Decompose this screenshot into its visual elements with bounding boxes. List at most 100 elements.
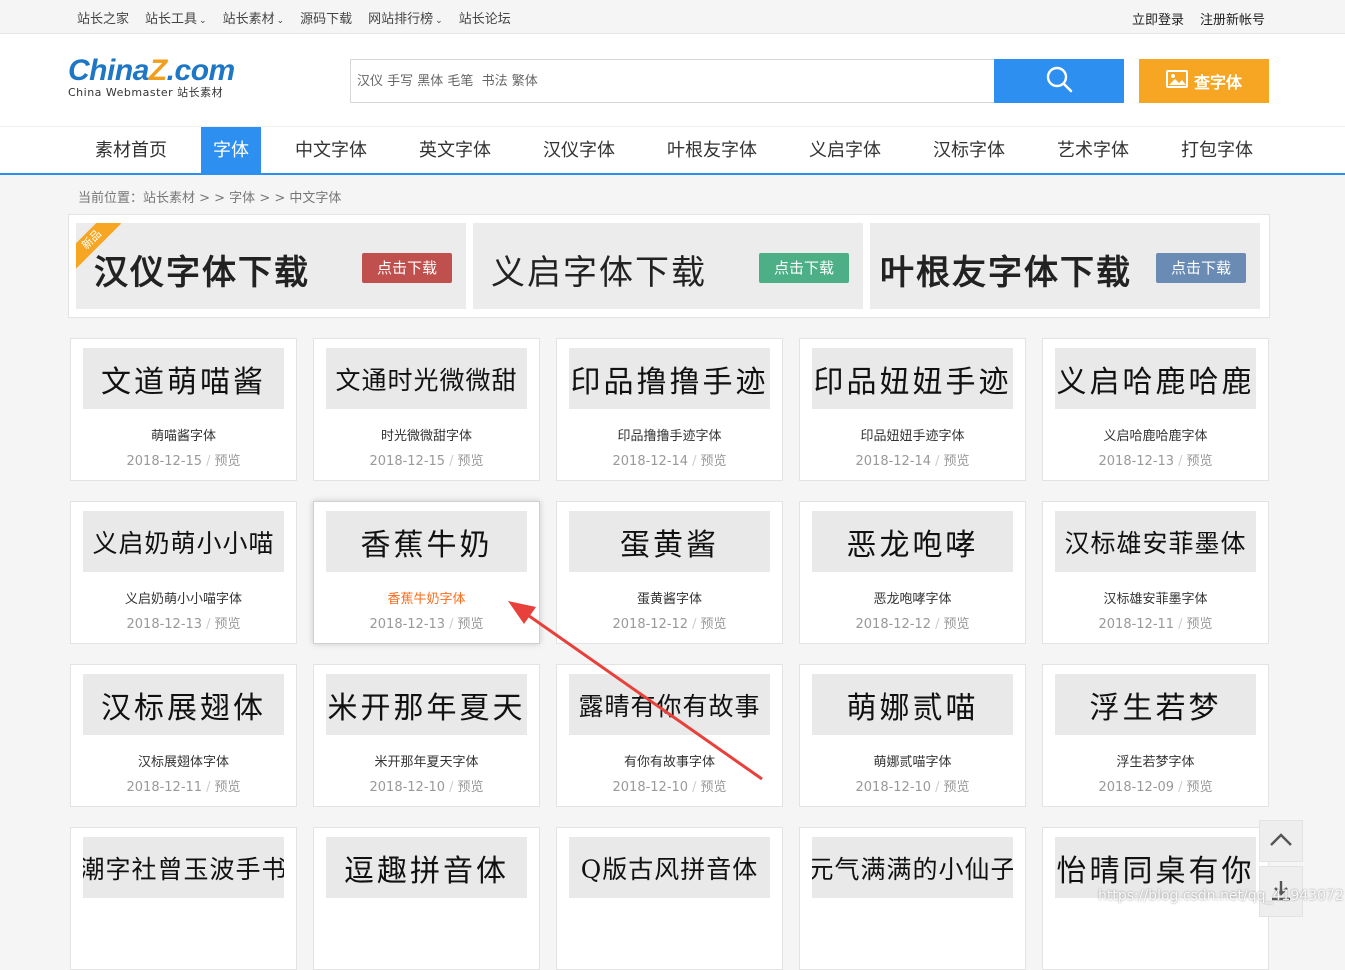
- font-name-link[interactable]: 时光微微甜字体: [314, 425, 539, 444]
- font-name-link[interactable]: 香蕉牛奶字体: [314, 588, 539, 607]
- font-preview-image[interactable]: 文道萌喵酱: [83, 348, 284, 409]
- font-card[interactable]: 汉标展翅体 汉标展翅体字体 2018-12-11/预览: [70, 664, 297, 807]
- preview-link[interactable]: 预览: [1186, 617, 1212, 632]
- font-name-link[interactable]: 义启奶萌小小喵字体: [71, 588, 296, 607]
- font-preview-image[interactable]: 潮字社曾玉波手书: [83, 837, 284, 898]
- top-link[interactable]: 站长之家: [77, 8, 129, 27]
- font-card[interactable]: 印品撸撸手迹 印品撸撸手迹字体 2018-12-14/预览: [556, 338, 783, 481]
- register-link[interactable]: 注册新帐号: [1200, 9, 1265, 28]
- font-name-link[interactable]: 萌喵酱字体: [71, 425, 296, 444]
- banner-yegenyou[interactable]: 叶根友字体下载 点击下载: [870, 223, 1260, 309]
- font-card[interactable]: 文道萌喵酱 萌喵酱字体 2018-12-15/预览: [70, 338, 297, 481]
- font-name-link[interactable]: 浮生若梦字体: [1043, 751, 1268, 770]
- font-card[interactable]: 露晴有你有故事 有你有故事字体 2018-12-10/预览: [556, 664, 783, 807]
- preview-link[interactable]: 预览: [943, 617, 969, 632]
- meta-separator: /: [206, 780, 211, 795]
- site-logo[interactable]: ChinaZ.com China Webmaster 站长素材: [68, 54, 258, 114]
- banner-yiqi[interactable]: 义启字体下载 点击下载: [473, 223, 863, 309]
- font-card[interactable]: 米开那年夏天 米开那年夏天字体 2018-12-10/预览: [313, 664, 540, 807]
- nav-item[interactable]: 叶根友字体: [649, 127, 775, 174]
- preview-link[interactable]: 预览: [700, 454, 726, 469]
- font-card[interactable]: 浮生若梦 浮生若梦字体 2018-12-09/预览: [1042, 664, 1269, 807]
- nav-item[interactable]: 义启字体: [791, 127, 899, 174]
- font-preview-image[interactable]: 逗趣拼音体: [326, 837, 527, 898]
- font-card[interactable]: Q版古风拼音体: [556, 827, 783, 970]
- font-preview-image[interactable]: 恶龙咆哮: [812, 511, 1013, 572]
- font-name-link[interactable]: 汉标雄安菲墨字体: [1043, 588, 1268, 607]
- nav-item[interactable]: 汉标字体: [915, 127, 1023, 174]
- nav-item[interactable]: 素材首页: [77, 127, 185, 174]
- find-font-button[interactable]: 查字体: [1139, 59, 1269, 103]
- font-preview-image[interactable]: 义启哈鹿哈鹿: [1055, 348, 1256, 409]
- nav-item[interactable]: 中文字体: [277, 127, 385, 174]
- nav-item[interactable]: 艺术字体: [1039, 127, 1147, 174]
- top-link[interactable]: 站长工具 ⌄: [145, 8, 207, 27]
- font-meta: 2018-12-12/预览: [800, 613, 1025, 632]
- font-name-link[interactable]: 义启哈鹿哈鹿字体: [1043, 425, 1268, 444]
- preview-link[interactable]: 预览: [1186, 454, 1212, 469]
- font-name-link[interactable]: 汉标展翅体字体: [71, 751, 296, 770]
- nav-item[interactable]: 字体: [201, 127, 261, 174]
- preview-link[interactable]: 预览: [700, 780, 726, 795]
- font-card[interactable]: 汉标雄安菲墨体 汉标雄安菲墨字体 2018-12-11/预览: [1042, 501, 1269, 644]
- font-preview-image[interactable]: 印品妞妞手迹: [812, 348, 1013, 409]
- back-to-top-button[interactable]: [1259, 820, 1303, 862]
- font-preview-image[interactable]: 香蕉牛奶: [326, 511, 527, 572]
- font-name-link[interactable]: 印品撸撸手迹字体: [557, 425, 782, 444]
- preview-link[interactable]: 预览: [457, 780, 483, 795]
- font-card[interactable]: 潮字社曾玉波手书: [70, 827, 297, 970]
- font-card[interactable]: 恶龙咆哮恶龙咆哮字体 2018-12-12/预览: [799, 501, 1026, 644]
- banner-download-button[interactable]: 点击下载: [1156, 253, 1246, 283]
- font-preview-image[interactable]: 文通时光微微甜: [326, 348, 527, 409]
- font-preview-image[interactable]: 露晴有你有故事: [569, 674, 770, 735]
- font-name-link[interactable]: 萌娜贰喵字体: [800, 751, 1025, 770]
- top-link[interactable]: 网站排行榜 ⌄: [368, 8, 443, 27]
- search-button[interactable]: [994, 59, 1124, 103]
- font-name-link[interactable]: 米开那年夏天字体: [314, 751, 539, 770]
- font-preview-image[interactable]: Q版古风拼音体: [569, 837, 770, 898]
- preview-link[interactable]: 预览: [457, 617, 483, 632]
- font-preview-image[interactable]: 蛋黄酱: [569, 511, 770, 572]
- preview-link[interactable]: 预览: [457, 454, 483, 469]
- search-input[interactable]: [351, 60, 991, 102]
- font-meta: 2018-12-13/预览: [314, 613, 539, 632]
- login-link[interactable]: 立即登录: [1132, 9, 1184, 28]
- font-preview-image[interactable]: 义启奶萌小小喵: [83, 511, 284, 572]
- banner-download-button[interactable]: 点击下载: [362, 253, 452, 283]
- font-card[interactable]: 元气满满的小仙子: [799, 827, 1026, 970]
- font-card[interactable]: 香蕉牛奶香蕉牛奶字体 2018-12-13/预览: [313, 501, 540, 644]
- font-preview-image[interactable]: 萌娜贰喵: [812, 674, 1013, 735]
- preview-link[interactable]: 预览: [1186, 780, 1212, 795]
- banner-download-button[interactable]: 点击下载: [759, 253, 849, 283]
- font-name-link[interactable]: 有你有故事字体: [557, 751, 782, 770]
- font-name-link[interactable]: 印品妞妞手迹字体: [800, 425, 1025, 444]
- font-card[interactable]: 蛋黄酱 蛋黄酱字体 2018-12-12/预览: [556, 501, 783, 644]
- font-preview-image[interactable]: 元气满满的小仙子: [812, 837, 1013, 898]
- nav-item[interactable]: 打包字体: [1163, 127, 1271, 174]
- font-name-link[interactable]: 蛋黄酱字体: [557, 588, 782, 607]
- nav-item[interactable]: 英文字体: [401, 127, 509, 174]
- preview-link[interactable]: 预览: [214, 780, 240, 795]
- preview-link[interactable]: 预览: [943, 780, 969, 795]
- preview-link[interactable]: 预览: [214, 617, 240, 632]
- preview-link[interactable]: 预览: [700, 617, 726, 632]
- nav-item[interactable]: 汉仪字体: [525, 127, 633, 174]
- top-link[interactable]: 源码下载: [300, 8, 352, 27]
- preview-link[interactable]: 预览: [214, 454, 240, 469]
- font-preview-image[interactable]: 汉标展翅体: [83, 674, 284, 735]
- top-link[interactable]: 站长论坛: [459, 8, 511, 27]
- font-card[interactable]: 文通时光微微甜 时光微微甜字体 2018-12-15/预览: [313, 338, 540, 481]
- font-preview-image[interactable]: 米开那年夏天: [326, 674, 527, 735]
- font-preview-image[interactable]: 汉标雄安菲墨体: [1055, 511, 1256, 572]
- font-card[interactable]: 义启奶萌小小喵 义启奶萌小小喵字体 2018-12-13/预览: [70, 501, 297, 644]
- font-card[interactable]: 义启哈鹿哈鹿 义启哈鹿哈鹿字体 2018-12-13/预览: [1042, 338, 1269, 481]
- preview-link[interactable]: 预览: [943, 454, 969, 469]
- banner-hanyi[interactable]: 新品 汉仪字体下载 点击下载: [76, 223, 466, 309]
- font-preview-image[interactable]: 印品撸撸手迹: [569, 348, 770, 409]
- font-card[interactable]: 逗趣拼音体: [313, 827, 540, 970]
- top-link[interactable]: 站长素材 ⌄: [223, 8, 285, 27]
- font-name-link[interactable]: 恶龙咆哮字体: [800, 588, 1025, 607]
- font-preview-image[interactable]: 浮生若梦: [1055, 674, 1256, 735]
- font-card[interactable]: 印品妞妞手迹 印品妞妞手迹字体 2018-12-14/预览: [799, 338, 1026, 481]
- font-card[interactable]: 萌娜贰喵 萌娜贰喵字体 2018-12-10/预览: [799, 664, 1026, 807]
